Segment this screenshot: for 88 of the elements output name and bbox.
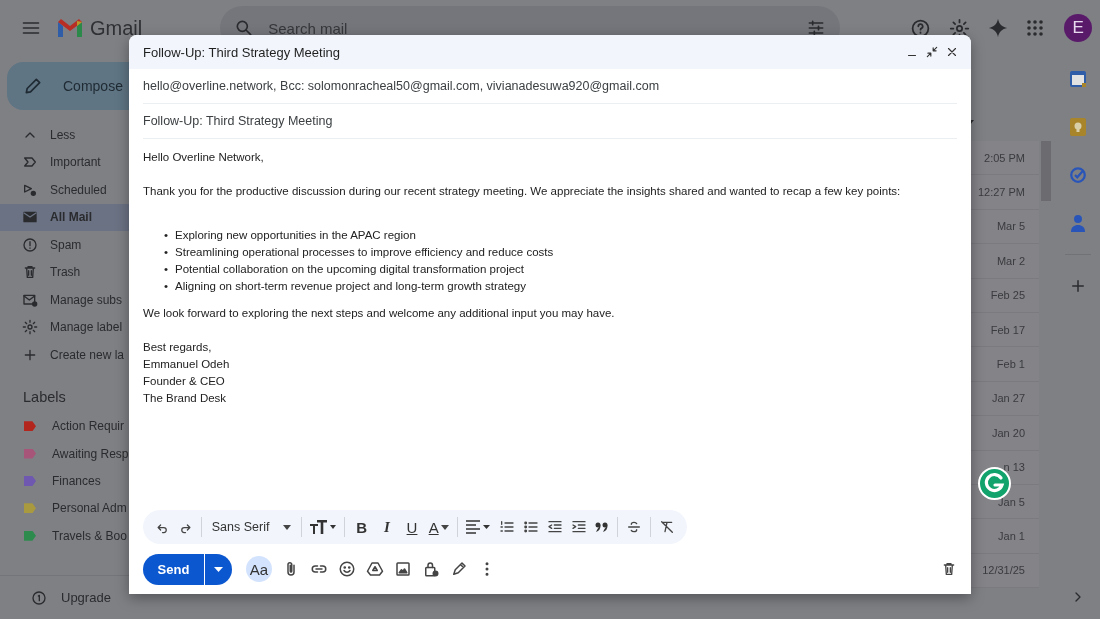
upgrade-button[interactable]: Upgrade [0,575,129,619]
font-dropdown[interactable]: Sans Serif [209,520,294,534]
email-date: Jan 27 [991,392,1025,405]
sidebar-item[interactable]: Trash [0,258,129,286]
indent-less-icon[interactable] [547,519,564,535]
bullet-marker: • [164,262,169,277]
italic-button[interactable]: I [378,518,396,536]
sidebar-item[interactable]: Spam [0,231,129,259]
info-circle-icon [31,589,47,606]
email-date: Mar 2 [996,254,1025,267]
bullet-point: Aligning on short-term revenue project and long-term growth strategy [175,279,526,294]
numbered-list-icon[interactable] [499,519,516,535]
signature-line: The Brand Desk [143,391,228,406]
body-paragraph: We look forward to exploring the next steps and welcome any additional input you may have. [143,306,616,321]
sidebar-item[interactable]: Less [0,121,129,149]
email-date: Mar 5 [996,220,1025,233]
triangle-icon[interactable] [366,560,384,578]
email-date: Jan 1 [998,530,1025,542]
envelope-logo-icon [57,18,83,38]
text-size-icon[interactable] [310,519,337,535]
close-icon[interactable] [945,45,959,59]
lock-clock-icon[interactable] [422,560,440,578]
pen-icon[interactable] [450,560,468,578]
body-paragraph: Thank you for the productive discussion during our recent strategy meeting. We appreciate the insights shared and wanted to recap a few key points: [143,184,902,199]
email-date: 2:05 PM [984,151,1025,164]
align-icon[interactable] [465,519,492,535]
formatting-toggle-button[interactable]: Aa [246,556,272,582]
exit-fullscreen-icon[interactable] [925,45,939,59]
underline-button[interactable]: U [403,518,421,536]
emoji-icon[interactable] [338,560,356,578]
trash-icon[interactable] [941,561,957,577]
bullet-point: Exploring new opportunities in the APAC region [175,228,416,243]
signature-line: Best regards, [143,340,213,355]
sparkle-icon[interactable] [988,18,1009,38]
quote-icon[interactable] [595,522,610,532]
color-button[interactable]: A [428,518,439,536]
bullet-marker: • [164,228,169,243]
bold-button[interactable]: B [353,518,371,536]
label-item[interactable]: Personal Adm [0,494,129,523]
label-item[interactable]: Awaiting Resp [0,439,129,468]
bullet-point: Potential collaboration on the upcoming digital transformation project [175,262,525,277]
caret-icon[interactable] [283,524,292,530]
strikethrough-icon[interactable] [626,519,643,535]
bulb-note-icon[interactable] [1068,118,1087,136]
sidebar-item[interactable]: Create new la [0,341,129,369]
send-button[interactable]: Send [143,553,204,585]
greeting-text: Hello Overline Network, [143,150,265,165]
caret-icon [214,566,223,572]
recipients-field[interactable]: hello@overline.network, Bcc: solomonracheal50@gmail.com, vivianadesuwa920@gmail.com [143,69,957,104]
clear-formatting-icon[interactable] [659,519,675,535]
email-date: Feb 17 [990,323,1025,336]
search-input[interactable]: Search mail [266,18,795,38]
email-date: 12:27 PM [977,186,1025,199]
app-name: Gmail [90,16,143,40]
account-avatar[interactable]: E [1064,14,1093,42]
email-date: Feb 25 [990,289,1025,302]
indent-more-icon[interactable] [571,519,588,535]
sidebar-item[interactable]: Manage subs [0,286,129,314]
bullet-point: Streamlining operational processes to improve efficiency and reduce costs [175,245,554,260]
calendar-icon[interactable] [1068,70,1087,88]
pencil-icon [23,76,43,96]
send-options-button[interactable] [204,553,232,585]
bulleted-list-icon[interactable] [523,519,540,535]
email-date: Jan 20 [991,426,1025,439]
email-date: Feb 1 [996,358,1025,371]
email-date: 12/31/25 [982,564,1025,577]
signature-line: Emmanuel Odeh [143,357,231,372]
floating-badge-icon[interactable] [978,467,1011,500]
caret-icon[interactable] [440,524,449,530]
image-icon[interactable] [394,560,412,578]
labels-heading: Labels [23,388,67,405]
sidebar-item[interactable]: Scheduled [0,176,129,204]
task-check-icon[interactable] [1068,166,1087,184]
signature-line: Founder & CEO [143,374,226,389]
email-date: Jan 5 [998,495,1025,508]
label-item[interactable]: Action Requir [0,412,129,440]
sidebar-item[interactable]: Important [0,148,129,176]
spam-icon [22,236,38,253]
label-item[interactable]: Travels & Boo [0,522,129,550]
apps-grid-icon[interactable] [1026,19,1045,37]
bullet-marker: • [164,279,169,294]
subject-field[interactable]: Follow-Up: Third Strategy Meeting [143,104,957,139]
compose-title: Follow-Up: Third Strategy Meeting [143,44,341,60]
email-date: n 13 [1003,461,1025,474]
bullet-marker: • [164,245,169,260]
trash-icon [22,264,38,281]
label-item[interactable]: Finances [0,467,129,495]
sidebar-item[interactable]: Manage label [0,313,129,341]
